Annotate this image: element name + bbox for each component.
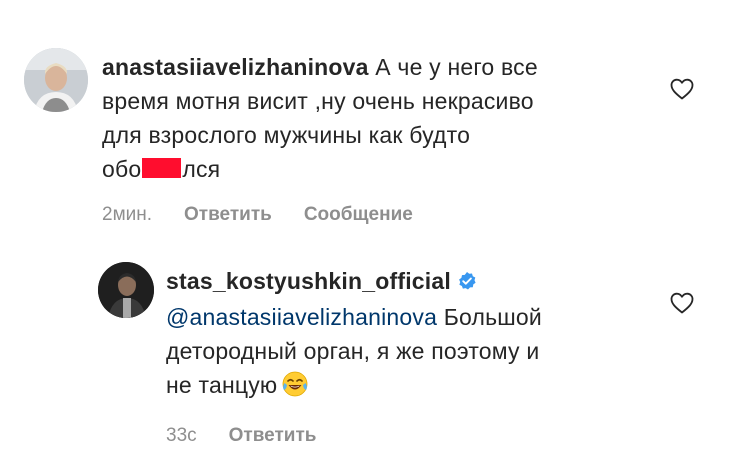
avatar[interactable] [98, 262, 154, 318]
reply-item: stas_kostyushkin_official @anastasiiavel… [98, 262, 714, 447]
comment-text-line: детородный орган, я же поэтому и [166, 338, 540, 364]
message-button[interactable]: Сообщение [304, 204, 413, 226]
avatar[interactable] [24, 48, 88, 112]
comment-username[interactable]: anastasiiavelizhaninova [102, 54, 369, 80]
heart-outline-icon[interactable] [670, 78, 694, 105]
comment-text: stas_kostyushkin_official @anastasiiavel… [166, 264, 714, 407]
comment-meta: 2мин. Ответить Сообщение [102, 204, 714, 226]
face-with-tears-of-joy-icon [281, 370, 309, 407]
comment-meta: 33с Ответить [166, 425, 714, 447]
comment-username[interactable]: stas_kostyushkin_official [166, 268, 451, 294]
verified-badge-icon [457, 266, 477, 300]
comment-timestamp: 33с [166, 425, 197, 446]
comment-text-line: для взрослого мужчины как будто [102, 122, 471, 148]
comment-text-line: Большой [443, 304, 542, 330]
heart-outline-icon[interactable] [670, 292, 694, 319]
comment-text-line: обо [102, 156, 142, 182]
mention-link[interactable]: @anastasiiavelizhaninova [166, 304, 437, 330]
avatar-photo-icon [24, 48, 88, 112]
avatar-photo-icon [98, 262, 154, 318]
redaction-bar [142, 158, 182, 178]
reply-button[interactable]: Ответить [184, 204, 272, 226]
comment-text-line: лся [182, 156, 221, 182]
comment-timestamp: 2мин. [102, 204, 153, 225]
comment-text-line: не танцую [166, 372, 278, 398]
comment-item: anastasiiavelizhaninova А че у него все … [24, 48, 714, 226]
reply-button[interactable]: Ответить [229, 425, 317, 447]
comment-text-line: А че у него все [375, 54, 538, 80]
comment-text-line: время мотня висит ,ну очень некрасиво [102, 88, 534, 114]
comment-text: anastasiiavelizhaninova А че у него все … [102, 50, 714, 186]
